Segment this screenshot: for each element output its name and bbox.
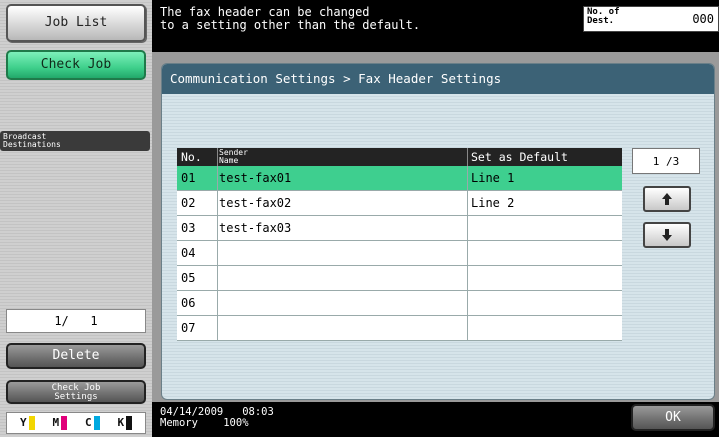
header-sender-name: Sender Name <box>219 148 248 165</box>
message-text: The fax header can be changed to a setti… <box>160 6 580 32</box>
check-job-button[interactable]: Check Job <box>6 50 146 80</box>
row-default <box>471 291 621 315</box>
row-default <box>471 266 621 290</box>
row-default <box>471 316 621 340</box>
row-sender-name: test-fax03 <box>219 221 292 235</box>
header-set-as-default: Set as Default <box>471 150 568 164</box>
check-job-settings-button[interactable]: Check Job Settings <box>6 380 146 404</box>
toner-levels: Y M C K <box>6 412 146 434</box>
memory-value: 100% <box>223 417 249 429</box>
row-no: 05 <box>181 271 196 285</box>
table-row[interactable]: 03 test-fax03 <box>177 216 622 241</box>
row-sender-name <box>219 241 469 265</box>
dest-value: 000 <box>692 12 714 26</box>
arrow-up-icon <box>662 193 672 205</box>
toner-c: C <box>85 416 100 430</box>
ok-button[interactable]: OK <box>631 404 715 431</box>
broadcast-destinations-heading: Broadcast Destinations <box>0 131 150 151</box>
memory-label: Memory <box>160 417 198 429</box>
job-counter: 1/ 1 <box>6 309 146 333</box>
pager: 1 /3 <box>630 148 700 248</box>
row-sender-name <box>219 291 469 315</box>
table-row[interactable]: 05 <box>177 266 622 291</box>
delete-button[interactable]: Delete <box>6 343 146 369</box>
destination-count: No. of Dest. 000 <box>583 6 719 32</box>
scroll-up-button[interactable] <box>643 186 691 212</box>
status-info: 04/14/2009 08:03 Memory 100% <box>160 407 274 429</box>
row-default <box>471 241 621 265</box>
row-sender-name <box>219 316 469 340</box>
job-list-button[interactable]: Job List <box>6 4 146 42</box>
scroll-down-button[interactable] <box>643 222 691 248</box>
page-indicator: 1 /3 <box>632 148 700 174</box>
row-sender-name: test-fax01 <box>219 171 292 185</box>
header-no: No. <box>181 150 202 164</box>
arrow-down-icon <box>662 229 672 241</box>
row-no: 02 <box>181 196 196 210</box>
table-row[interactable]: 07 <box>177 316 622 341</box>
row-default: Line 2 <box>471 196 515 210</box>
breadcrumb: Communication Settings > Fax Header Sett… <box>162 64 714 94</box>
row-default <box>471 216 621 240</box>
table-row[interactable]: 01 test-fax01 Line 1 <box>177 166 622 191</box>
row-no: 07 <box>181 321 196 335</box>
row-no: 04 <box>181 246 196 260</box>
toner-m: M <box>52 416 68 430</box>
table-row[interactable]: 06 <box>177 291 622 316</box>
table-header: No. Sender Name Set as Default <box>177 148 622 166</box>
row-default: Line 1 <box>471 171 515 185</box>
row-no: 06 <box>181 296 196 310</box>
row-sender-name <box>219 266 469 290</box>
table-row[interactable]: 04 <box>177 241 622 266</box>
row-sender-name: test-fax02 <box>219 196 292 210</box>
row-no: 01 <box>181 171 196 185</box>
table-row[interactable]: 02 test-fax02 Line 2 <box>177 191 622 216</box>
toner-y: Y <box>20 416 35 430</box>
fax-header-table: No. Sender Name Set as Default 01 test-fa… <box>177 148 622 341</box>
toner-k: K <box>117 416 133 430</box>
dest-label: No. of Dest. <box>587 7 620 26</box>
message-line-2: to a setting other than the default. <box>160 18 421 32</box>
row-no: 03 <box>181 221 196 235</box>
